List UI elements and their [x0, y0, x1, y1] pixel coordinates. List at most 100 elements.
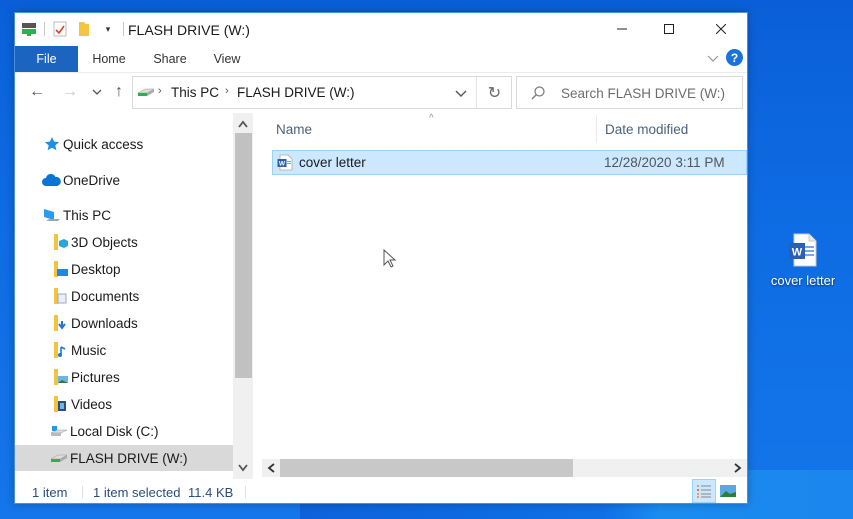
tab-share[interactable]: Share: [145, 46, 195, 72]
navigation-pane-scrollbar[interactable]: [233, 113, 253, 479]
file-list: ^ Name Date modified W cover letter 12/2…: [255, 113, 747, 479]
minimize-button[interactable]: [599, 13, 645, 45]
sidebar-item-desktop[interactable]: Desktop: [15, 256, 233, 282]
scroll-right-button[interactable]: [729, 459, 747, 477]
file-row[interactable]: W cover letter 12/28/2020 3:11 PM: [272, 150, 747, 175]
chevron-left-icon: [267, 463, 275, 473]
sidebar-item-videos[interactable]: Videos: [15, 391, 233, 417]
toolbar-separator: [44, 22, 45, 36]
sidebar-item-downloads[interactable]: Downloads: [15, 310, 233, 336]
flash-drive-icon: [50, 449, 68, 467]
desktop-icon-cover-letter[interactable]: W cover letter: [760, 233, 846, 288]
word-document-icon: W: [277, 154, 293, 176]
computer-icon: [43, 206, 61, 224]
tab-home[interactable]: Home: [79, 46, 139, 72]
scrollbar-thumb[interactable]: [235, 133, 252, 378]
help-button[interactable]: ?: [726, 49, 743, 66]
window-title: FLASH DRIVE (W:): [128, 22, 250, 38]
quick-access-toolbar: ▾: [21, 21, 131, 37]
scrollbar-thumb[interactable]: [280, 459, 573, 477]
sidebar-item-local-disk[interactable]: Local Disk (C:): [15, 418, 233, 444]
address-dropdown-button[interactable]: [451, 84, 471, 102]
close-button[interactable]: [698, 13, 744, 45]
details-view-button[interactable]: [692, 479, 716, 503]
desktop-icon-label: cover letter: [770, 273, 836, 288]
close-icon: [716, 24, 726, 34]
maximize-icon: [664, 24, 674, 34]
sidebar-item-flash-drive[interactable]: FLASH DRIVE (W:): [15, 445, 233, 471]
local-disk-icon: [50, 422, 68, 440]
drive-icon[interactable]: [21, 21, 37, 37]
item-count: 1 item: [32, 485, 68, 500]
forward-button[interactable]: →: [60, 82, 80, 102]
address-bar[interactable]: › This PC › FLASH DRIVE (W:) ↻: [132, 76, 512, 109]
column-header-name[interactable]: Name: [276, 122, 312, 137]
sidebar-item-onedrive[interactable]: OneDrive: [15, 167, 233, 193]
breadcrumb-flash-drive[interactable]: FLASH DRIVE (W:): [237, 85, 355, 100]
sidebar-item-quick-access[interactable]: Quick access: [15, 131, 233, 157]
file-name: cover letter: [299, 155, 366, 170]
3d-objects-folder-icon: [51, 233, 69, 251]
file-list-horizontal-scrollbar[interactable]: [262, 459, 747, 477]
sidebar-item-label: Downloads: [71, 315, 138, 331]
svg-text:W: W: [279, 161, 286, 168]
details-view-icon: [697, 485, 711, 498]
chevron-down-icon: [92, 89, 102, 95]
sidebar-item-pictures[interactable]: Pictures: [15, 364, 233, 390]
tab-file[interactable]: File: [15, 46, 78, 72]
chevron-up-icon: [238, 120, 248, 128]
downloads-folder-icon: [51, 314, 69, 332]
sidebar-item-music[interactable]: Music: [15, 337, 233, 363]
new-folder-icon[interactable]: [76, 21, 92, 37]
selection-status: 1 item selected: [93, 485, 181, 500]
breadcrumb-separator: ›: [158, 85, 162, 97]
cloud-icon: [41, 171, 61, 189]
breadcrumb-this-pc[interactable]: This PC: [171, 85, 219, 100]
refresh-button[interactable]: ↻: [476, 77, 512, 108]
customize-dropdown-icon[interactable]: ▾: [100, 21, 116, 37]
chevron-down-icon: [238, 464, 248, 472]
recent-locations-button[interactable]: [87, 82, 107, 102]
back-button[interactable]: ←: [27, 82, 47, 102]
scroll-left-button[interactable]: [262, 459, 280, 477]
sidebar-item-label: Music: [71, 342, 107, 358]
scroll-up-button[interactable]: [233, 115, 253, 133]
videos-folder-icon: [51, 395, 69, 413]
maximize-button[interactable]: [646, 13, 692, 45]
star-icon: [43, 135, 61, 153]
navigation-bar: ← → ↑ › This PC › FLASH DRIVE (W:) ↻ Sea…: [15, 73, 747, 113]
breadcrumb-separator: ›: [225, 85, 229, 97]
sidebar-item-documents[interactable]: Documents: [15, 283, 233, 309]
sidebar-item-label: Pictures: [71, 369, 120, 385]
toolbar-separator: [123, 22, 124, 36]
desktop-folder-icon: [51, 260, 69, 278]
sort-ascending-icon: ^: [429, 113, 434, 124]
ribbon-tabs: File Home Share View ?: [15, 46, 747, 72]
file-explorer-window: ▾ FLASH DRIVE (W:) File Home Share View …: [14, 12, 748, 504]
expand-ribbon-button[interactable]: [705, 50, 721, 66]
status-separator: [82, 486, 83, 498]
sidebar-item-label: Local Disk (C:): [70, 423, 159, 439]
sidebar-item-this-pc[interactable]: This PC: [15, 202, 233, 228]
chevron-right-icon: [734, 463, 742, 473]
large-icons-view-button[interactable]: [719, 482, 737, 500]
properties-icon[interactable]: [52, 21, 68, 37]
column-divider[interactable]: [596, 115, 597, 143]
pictures-folder-icon: [51, 368, 69, 386]
sidebar-item-label: Desktop: [71, 261, 121, 277]
navigation-pane: Quick access OneDrive This PC 3D Objects…: [15, 113, 255, 471]
tab-view[interactable]: View: [205, 46, 249, 72]
large-icons-view-icon: [720, 485, 736, 497]
sidebar-item-label: This PC: [63, 207, 112, 223]
up-button[interactable]: ↑: [109, 82, 129, 102]
svg-text:W: W: [792, 247, 803, 259]
search-input[interactable]: Search FLASH DRIVE (W:): [561, 86, 725, 101]
mouse-cursor-icon: [383, 248, 397, 274]
sidebar-item-label: FLASH DRIVE (W:): [70, 450, 188, 466]
sidebar-item-3d-objects[interactable]: 3D Objects: [15, 229, 233, 255]
search-box[interactable]: Search FLASH DRIVE (W:): [516, 76, 743, 109]
column-header-date-modified[interactable]: Date modified: [605, 122, 688, 137]
flash-drive-icon: [137, 85, 155, 104]
scroll-down-button[interactable]: [233, 459, 253, 477]
music-folder-icon: [51, 341, 69, 359]
